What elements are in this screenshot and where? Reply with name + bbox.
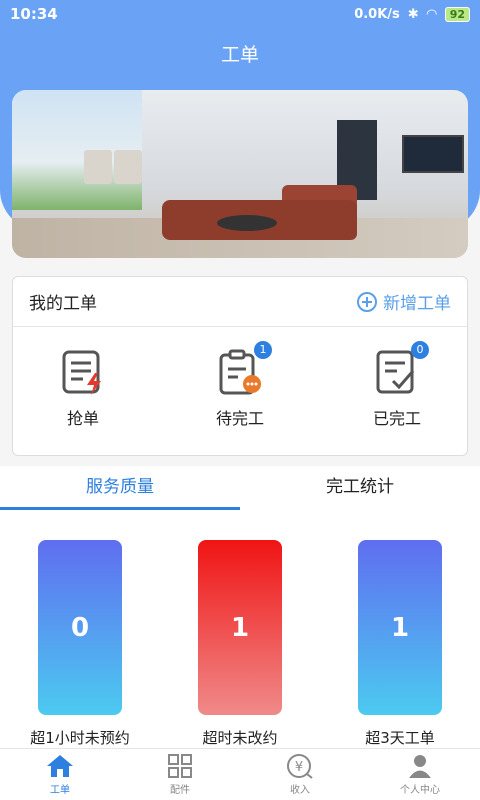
banner-table (217, 215, 277, 231)
stat-label: 超1小时未预约 (30, 729, 130, 747)
stat-overdue-reschedule[interactable]: 1 超时未改约 (180, 540, 300, 748)
tab-service-quality[interactable]: 服务质量 (0, 466, 240, 510)
stat-value-box: 0 (38, 540, 122, 715)
stats-panel: 0 超1小时未预约 1 超时未改约 1 超3天工单 (0, 510, 480, 748)
order-grab[interactable]: 抢单 (33, 349, 133, 429)
page-title: 工单 (220, 44, 259, 66)
stat-label: 超时未改约 (202, 729, 278, 747)
stat-label: 超3天工单 (365, 729, 435, 747)
net-speed: 0.0K/s (354, 6, 400, 22)
nav-orders-label: 工单 (50, 785, 70, 796)
completed-icon: 0 (375, 341, 429, 395)
completed-badge: 0 (411, 341, 429, 359)
card-title: 我的工单 (29, 294, 97, 314)
pending-icon: 1 (218, 341, 272, 395)
stat-value-box: 1 (358, 540, 442, 715)
banner-tv (402, 135, 464, 173)
grab-order-icon (61, 349, 105, 395)
stat-over-1h-unscheduled[interactable]: 0 超1小时未预约 (20, 540, 140, 748)
order-shortcuts: 抢单 1 待完工 0 已完工 (13, 327, 467, 429)
home-icon (47, 755, 73, 777)
wifi-icon: ◠ (426, 6, 437, 22)
order-pending[interactable]: 1 待完工 (190, 341, 290, 429)
bluetooth-icon: ✱ (407, 6, 419, 22)
user-icon (409, 755, 431, 778)
nav-income-label: 收入 (290, 785, 310, 796)
status-right: 0.0K/s ✱ ◠ 92 (354, 6, 470, 22)
svg-text:¥: ¥ (295, 760, 303, 775)
status-bar: 10:34 0.0K/s ✱ ◠ 92 (0, 0, 480, 28)
order-grab-label: 抢单 (66, 409, 99, 428)
banner-image[interactable] (12, 90, 468, 258)
nav-parts-label: 配件 (170, 785, 190, 796)
order-completed-label: 已完工 (372, 409, 421, 428)
stat-value-box: 1 (198, 540, 282, 715)
yuan-icon: ¥ (287, 754, 313, 779)
nav-profile[interactable]: 个人中心 (360, 749, 480, 800)
nav-parts[interactable]: 配件 (120, 749, 240, 800)
banner-washer (84, 150, 112, 184)
stat-over-3-days[interactable]: 1 超3天工单 (340, 540, 460, 748)
order-completed[interactable]: 0 已完工 (347, 341, 447, 429)
tab-completion-stats[interactable]: 完工统计 (240, 466, 480, 510)
my-orders-card: 我的工单 新增工单 抢单 1 待完工 0 已完工 (12, 276, 468, 456)
stats-tabs: 服务质量 完工统计 (0, 466, 480, 510)
grid-icon (168, 754, 192, 778)
nav-income[interactable]: ¥ 收入 (240, 749, 360, 800)
status-time: 10:34 (10, 5, 58, 23)
plus-circle-icon (357, 291, 377, 312)
add-order-label: 新增工单 (383, 294, 451, 314)
order-pending-label: 待完工 (215, 409, 264, 428)
nav-profile-label: 个人中心 (400, 785, 440, 796)
banner-dryer (114, 150, 142, 184)
add-order-button[interactable]: 新增工单 (357, 289, 451, 314)
pending-badge: 1 (254, 341, 272, 359)
battery-icon: 92 (444, 6, 470, 22)
bottom-nav: 工单 配件 ¥ 收入 个人中心 (0, 748, 480, 800)
nav-orders[interactable]: 工单 (0, 749, 120, 800)
card-header: 我的工单 新增工单 (13, 277, 467, 327)
